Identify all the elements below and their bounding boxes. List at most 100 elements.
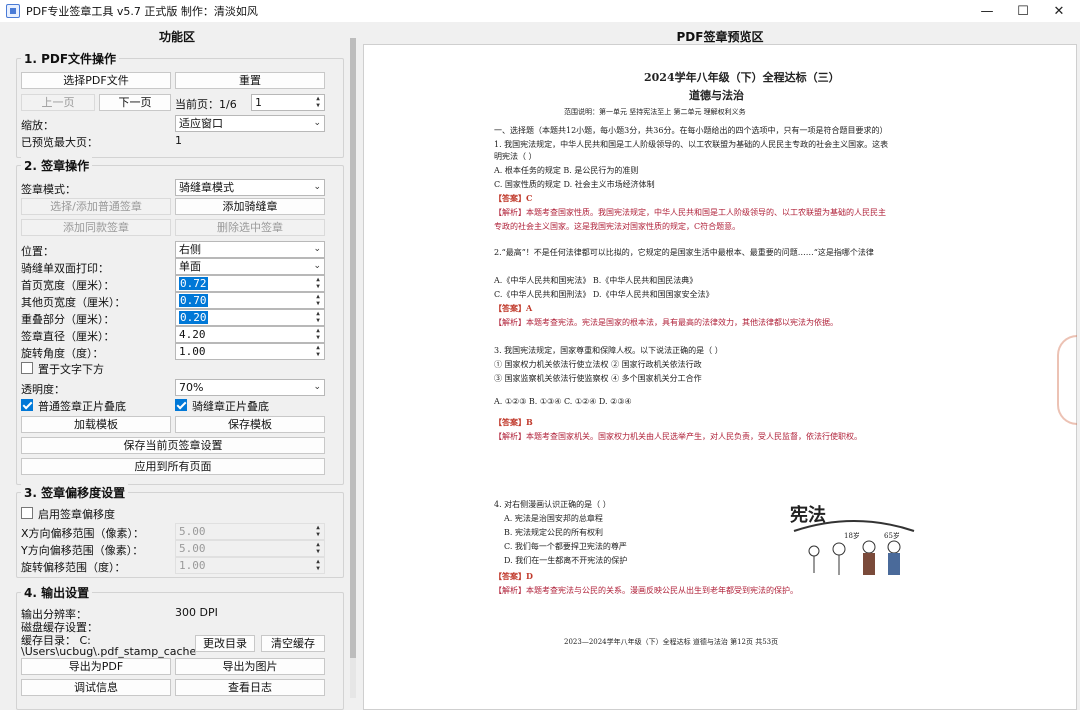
diameter-label: 签章直径（厘米）：: [21, 330, 115, 343]
max-preview-value: 1: [175, 134, 182, 147]
zoom-value: 适应窗口: [179, 117, 223, 130]
chevron-down-icon: ⌄: [313, 244, 321, 254]
cartoon-illustration: 宪法 18岁 65岁: [784, 501, 924, 581]
spin-arrows-icon[interactable]: ▲ ▼: [314, 541, 322, 555]
below-text-label: 置于文字下方: [38, 363, 104, 376]
scrollbar-thumb[interactable]: [350, 38, 356, 658]
seam-overlay-checkbox[interactable]: [175, 399, 187, 411]
save-current-settings-button[interactable]: 保存当前页签章设置: [21, 437, 325, 454]
offset-title: 3. 签章偏移度设置: [21, 484, 129, 501]
normal-overlay-checkbox[interactable]: [21, 399, 33, 411]
doc-analysis: 【解析】本题考查国家性质。我国宪法规定，中华人民共和国是工人阶级领导的、以工农联…: [494, 208, 886, 217]
spin-arrows-icon[interactable]: ▲ ▼: [314, 558, 322, 572]
rotation-spinbox[interactable]: 1.00 ▲ ▼: [175, 343, 325, 360]
duplex-select[interactable]: 单面 ⌄: [175, 258, 325, 275]
doc-line: 1. 我国宪法规定，中华人民共和国是工人阶级领导的、以工农联盟为基础的人民民主专…: [494, 140, 889, 149]
y-offset-label: Y方向偏移范围（像素）：: [21, 544, 144, 557]
left-panel-scrollbar[interactable]: [350, 38, 356, 698]
spin-arrows-icon[interactable]: ▲ ▼: [314, 310, 322, 324]
page-number-spinbox[interactable]: 1 ▲ ▼: [251, 94, 325, 111]
overlap-label: 重叠部分（厘米）：: [21, 313, 115, 326]
spin-arrows-icon[interactable]: ▲ ▼: [314, 276, 322, 290]
view-log-button[interactable]: 查看日志: [175, 679, 325, 696]
doc-line: ③ 国家监察机关依法行使监察权 ④ 多个国家机关分工合作: [494, 374, 702, 383]
diameter-spinbox[interactable]: 4.20 ▲ ▼: [175, 326, 325, 343]
reset-button[interactable]: 重置: [175, 72, 325, 89]
next-page-button[interactable]: 下一页: [99, 94, 171, 111]
current-page-label: 当前页：1/6: [175, 98, 237, 111]
stamp-mode-value: 骑缝章模式: [179, 181, 234, 194]
doc-line: 3. 我国宪法规定，国家尊重和保障人权。以下说法正确的是（ ）: [494, 346, 723, 355]
close-button[interactable]: ✕: [1038, 0, 1080, 22]
doc-header: 2024学年八年级（下）全程达标（三）: [644, 71, 840, 84]
function-panel-title: 功能区: [158, 30, 195, 44]
duplex-value: 单面: [179, 260, 201, 273]
add-seam-stamp-button[interactable]: 添加骑缝章: [175, 198, 325, 215]
opacity-select[interactable]: 70% ⌄: [175, 379, 325, 396]
doc-line: A.《中华人民共和国宪法》 B.《中华人民共和国民法典》: [494, 276, 698, 285]
enable-offset-label: 启用签章偏移度: [38, 508, 115, 521]
spin-arrows-icon[interactable]: ▲ ▼: [314, 344, 322, 358]
cache-dir-line2: \Users\ucbug\.pdf_stamp_cache: [21, 645, 197, 658]
zoom-select[interactable]: 适应窗口 ⌄: [175, 115, 325, 132]
chevron-down-icon: ⌄: [313, 261, 321, 271]
below-text-checkbox[interactable]: [21, 362, 33, 374]
position-label: 位置：: [21, 245, 54, 258]
chevron-down-icon: ⌄: [313, 382, 321, 392]
spin-arrows-icon[interactable]: ▲ ▼: [314, 95, 322, 109]
debug-info-button[interactable]: 调试信息: [21, 679, 171, 696]
doc-line: A. 宪法是治国安邦的总章程: [504, 514, 603, 523]
overlap-spinbox[interactable]: 0.20 ▲ ▼: [175, 309, 325, 326]
y-offset-spinbox[interactable]: 5.00 ▲ ▼: [175, 540, 325, 557]
enable-offset-checkbox[interactable]: [21, 507, 33, 519]
doc-scope: 范围说明：第一单元 坚持宪法至上 第二单元 理解权利义务: [564, 108, 746, 116]
seam-overlay-label: 骑缝章正片叠底: [192, 400, 269, 413]
rot-offset-spinbox[interactable]: 1.00 ▲ ▼: [175, 557, 325, 574]
doc-line: C. 我们每一个都要捍卫宪法的尊严: [504, 542, 627, 551]
rot-offset-label: 旋转偏移范围（度）：: [21, 561, 126, 574]
doc-line: A. 根本任务的规定 B. 是公民行为的准则: [494, 166, 639, 175]
export-pdf-button[interactable]: 导出为PDF: [21, 658, 171, 675]
doc-subject: 道德与法治: [689, 89, 744, 102]
zoom-label: 缩放：: [21, 119, 54, 132]
rotation-label: 旋转角度（度）：: [21, 347, 104, 360]
save-template-button[interactable]: 保存模板: [175, 416, 325, 433]
spin-arrows-icon[interactable]: ▲ ▼: [314, 293, 322, 307]
spin-arrows-icon[interactable]: ▲ ▼: [314, 327, 322, 341]
x-offset-spinbox[interactable]: 5.00 ▲ ▼: [175, 523, 325, 540]
doc-line: D. 我们在一生都离不开宪法的保护: [504, 556, 628, 565]
doc-analysis: 【解析】本题考查宪法与公民的关系。漫画反映公民从出生到老年都受到宪法的保护。: [494, 586, 798, 595]
page-number-value: 1: [255, 96, 262, 109]
output-section: 4. 输出设置 输出分辨率： 300 DPI 磁盘缓存设置： 缓存目录： C: …: [16, 584, 344, 710]
normal-overlay-label: 普通签章正片叠底: [38, 400, 126, 413]
spin-arrows-icon[interactable]: ▲ ▼: [314, 524, 322, 538]
doc-line: 2.“最高”！不是任何法律都可以比拟的，它规定的是国家生活中最根本、最重要的问题…: [494, 248, 874, 257]
select-normal-stamp-button[interactable]: 选择/添加普通签章: [21, 198, 171, 215]
diameter-value: 4.20: [179, 328, 206, 341]
select-pdf-button[interactable]: 选择PDF文件: [21, 72, 171, 89]
stamp-mode-select[interactable]: 骑缝章模式 ⌄: [175, 179, 325, 196]
preview-canvas[interactable]: 2024学年八年级（下）全程达标（三） 道德与法治 范围说明：第一单元 坚持宪法…: [363, 44, 1077, 710]
delete-selected-stamp-button[interactable]: 删除选中签章: [175, 219, 325, 236]
doc-analysis: 【解析】本题考查宪法。宪法是国家的根本法，具有最高的法律效力，其他法律都以宪法为…: [494, 318, 838, 327]
add-same-stamp-button[interactable]: 添加同款签章: [21, 219, 171, 236]
other-width-spinbox[interactable]: 0.70 ▲ ▼: [175, 292, 325, 309]
prev-page-button[interactable]: 上一页: [21, 94, 95, 111]
pdf-ops-title: 1. PDF文件操作: [21, 50, 120, 67]
doc-line: 明宪法（ ）: [494, 152, 537, 161]
preview-panel: PDF签章预览区 2024学年八年级（下）全程达标（三） 道德与法治 范围说明：…: [360, 26, 1080, 710]
pdf-page: 2024学年八年级（下）全程达标（三） 道德与法治 范围说明：第一单元 坚持宪法…: [494, 61, 944, 661]
clear-cache-button[interactable]: 清空缓存: [261, 635, 325, 652]
export-image-button[interactable]: 导出为图片: [175, 658, 325, 675]
load-template-button[interactable]: 加载模板: [21, 416, 171, 433]
first-width-spinbox[interactable]: 0.72 ▲ ▼: [175, 275, 325, 292]
apply-all-button[interactable]: 应用到所有页面: [21, 458, 325, 475]
cartoon-age-65: 65岁: [884, 532, 900, 540]
doc-analysis: 【解析】本题考查国家机关。国家权力机关由人民选举产生，对人民负责，受人民监督，依…: [494, 432, 862, 441]
seam-stamp-fragment[interactable]: [1057, 335, 1077, 425]
change-dir-button[interactable]: 更改目录: [195, 635, 255, 652]
doc-line: ① 国家权力机关依法行使立法权 ② 国家行政机关依法行政: [494, 360, 702, 369]
position-value: 右侧: [179, 243, 201, 256]
position-select[interactable]: 右侧 ⌄: [175, 241, 325, 258]
other-width-label: 其他页宽度（厘米）：: [21, 296, 126, 309]
